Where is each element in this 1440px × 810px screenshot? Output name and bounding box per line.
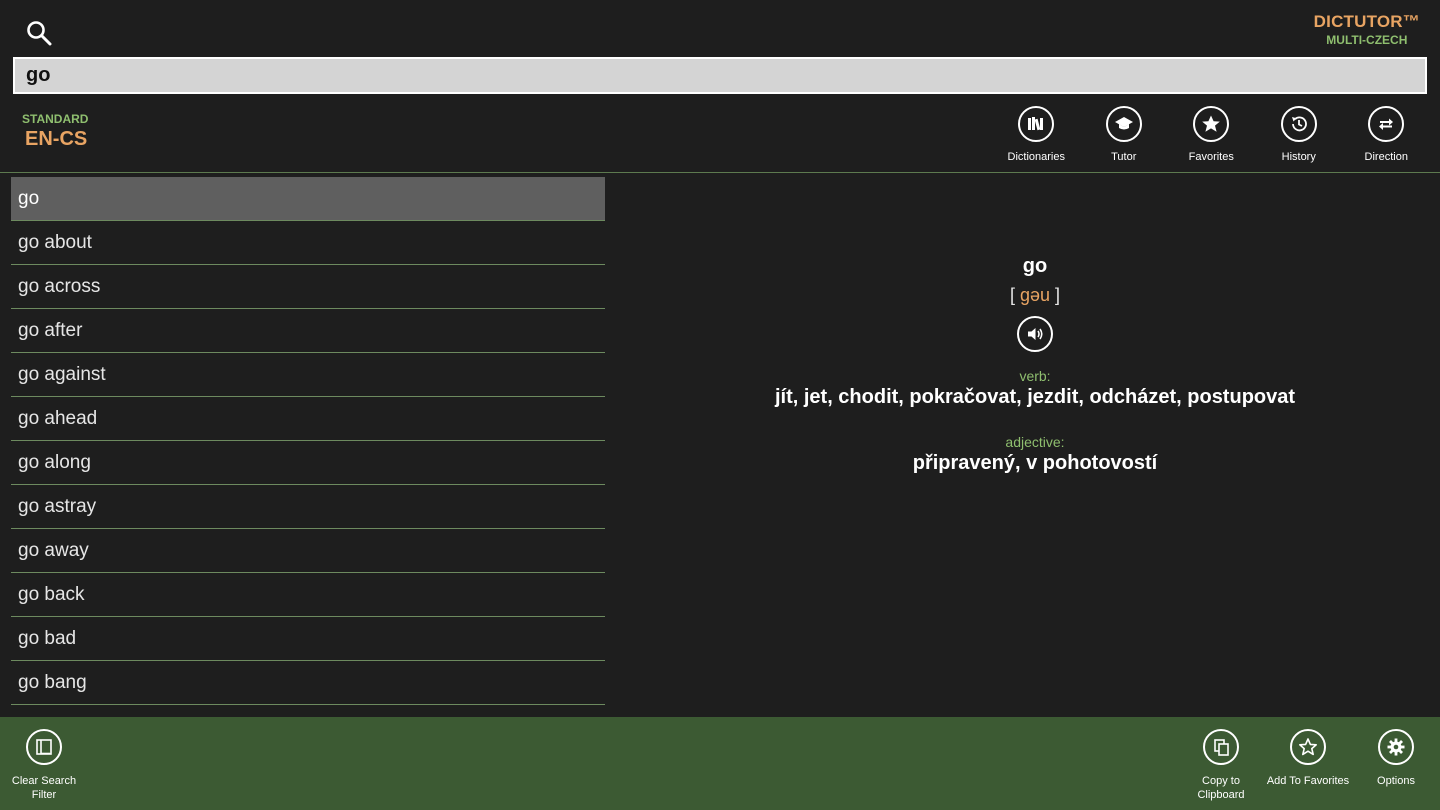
list-item[interactable]: go bang	[11, 661, 605, 705]
clear-search-filter-button[interactable]: Clear Search Filter	[9, 729, 79, 802]
history-label: History	[1281, 151, 1316, 163]
bracket-open: [	[1009, 285, 1015, 305]
list-item-selected[interactable]: go	[11, 177, 605, 221]
search-icon[interactable]	[26, 20, 52, 46]
sense-pos: adjective:	[1005, 434, 1065, 450]
list-item[interactable]: go astray	[11, 485, 605, 529]
entry-ipa: gəu	[1019, 285, 1051, 305]
add-to-favorites-label: Add To Favorites	[1266, 775, 1350, 787]
speaker-icon[interactable]	[1017, 316, 1053, 352]
gear-icon	[1378, 729, 1414, 765]
top-toolbar: Dictionaries Tutor Favorites History Dir…	[993, 106, 1431, 163]
list-item[interactable]: go about	[11, 221, 605, 265]
list-item[interactable]: go ahead	[11, 397, 605, 441]
star-icon	[1193, 106, 1230, 142]
brand-logo: DICTUTOR™ MULTI-CZECH	[1314, 12, 1420, 47]
favorites-button[interactable]: Favorites	[1168, 106, 1256, 163]
brand-subtitle: MULTI-CZECH	[1326, 33, 1408, 47]
options-button[interactable]: Options	[1361, 729, 1431, 788]
dictionaries-label: Dictionaries	[1007, 151, 1065, 163]
bottom-app-bar: Clear Search Filter Copy to Clipboard Ad…	[0, 717, 1440, 810]
entry-pronunciation: [ gəu ]	[630, 285, 1440, 306]
list-item[interactable]: go away	[11, 529, 605, 573]
copy-to-clipboard-button[interactable]: Copy to Clipboard	[1186, 729, 1256, 802]
history-icon	[1280, 106, 1317, 142]
list-item[interactable]: go after	[11, 309, 605, 353]
sense-pos: verb:	[1019, 368, 1051, 384]
direction-label: Direction	[1364, 151, 1408, 163]
word-list[interactable]: go go about go across go after go agains…	[11, 177, 605, 717]
header-divider	[0, 172, 1440, 173]
history-button[interactable]: History	[1255, 106, 1343, 163]
swap-direction-icon	[1368, 106, 1405, 142]
list-item[interactable]: go across	[11, 265, 605, 309]
list-item[interactable]: go bad	[11, 617, 605, 661]
books-icon	[1018, 106, 1055, 142]
app-window: DICTUTOR™ MULTI-CZECH STANDARD EN-CS Dic…	[0, 0, 1440, 810]
list-item[interactable]: go against	[11, 353, 605, 397]
clipboard-icon	[1203, 729, 1239, 765]
list-item[interactable]: go along	[11, 441, 605, 485]
brand-title: DICTUTOR™	[1313, 12, 1420, 31]
bracket-close: ]	[1055, 285, 1061, 305]
direction-button[interactable]: Direction	[1343, 106, 1431, 163]
graduation-cap-icon	[1105, 106, 1142, 142]
dictionary-language-label[interactable]: EN-CS	[25, 128, 87, 151]
sense-translation: jít, jet, chodit, pokračovat, jezdit, od…	[774, 386, 1296, 408]
favorites-label: Favorites	[1188, 151, 1234, 163]
sense-translation: připravený, v pohotovostí	[912, 452, 1158, 474]
dictionary-type-label: STANDARD	[22, 112, 89, 126]
entry-headword: go	[1022, 255, 1048, 277]
copy-to-clipboard-label: Copy to Clipboard	[1197, 775, 1245, 801]
entry-detail: go [ gəu ] verb: jít, jet, chodit, pokra…	[630, 250, 1440, 475]
add-to-favorites-button[interactable]: Add To Favorites	[1263, 729, 1353, 788]
star-outline-icon	[1290, 729, 1326, 765]
search-input[interactable]	[13, 57, 1427, 94]
tutor-label: Tutor	[1111, 151, 1137, 163]
clear-filter-icon	[26, 729, 62, 765]
dictionaries-button[interactable]: Dictionaries	[993, 106, 1081, 163]
clear-search-filter-label: Clear Search Filter	[11, 775, 77, 801]
options-label: Options	[1377, 775, 1415, 787]
tutor-button[interactable]: Tutor	[1080, 106, 1168, 163]
list-item[interactable]: go back	[11, 573, 605, 617]
